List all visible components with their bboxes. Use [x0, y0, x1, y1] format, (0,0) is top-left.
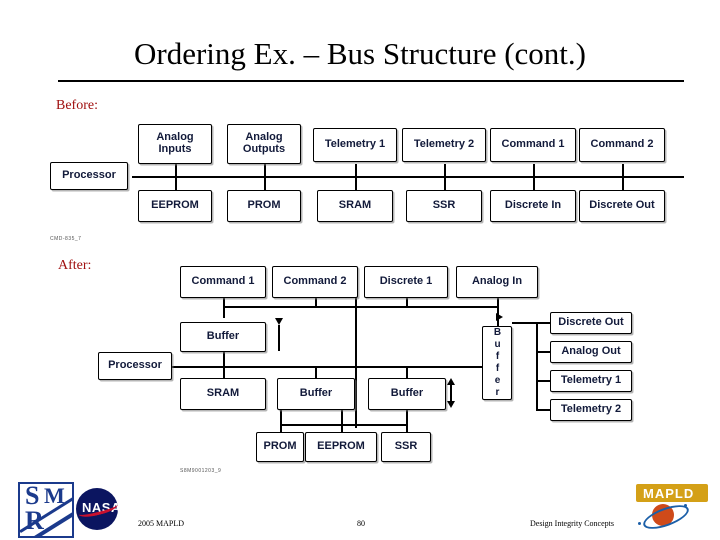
after-vertical-bus: [355, 298, 357, 428]
after-stub-bottom-3: [406, 410, 408, 432]
before-box-top-3: Telemetry 1: [313, 128, 397, 162]
after-caption: S8M9001203_9: [180, 468, 222, 474]
after-box-mid-1: SRAM: [180, 378, 266, 410]
after-box-bottom-3: SSR: [381, 432, 431, 462]
mapld-logo-dot-1: [638, 522, 641, 525]
before-box-top-6: Command 2: [579, 128, 665, 162]
before-stub-bottom-3: [355, 176, 357, 190]
after-stub-bottom-1: [280, 410, 282, 432]
after-box-top-2: Command 2: [272, 266, 358, 298]
arrow-down-buffer: [275, 318, 283, 325]
after-stub-bottom-2: [341, 410, 343, 432]
before-box-bottom-6: Discrete Out: [579, 190, 665, 222]
after-label: After:: [58, 258, 92, 273]
footer-left: 2005 MAPLD: [138, 519, 185, 528]
after-box-top-4: Analog In: [456, 266, 538, 298]
before-stub-bottom-1: [175, 176, 177, 190]
slide-root: Ordering Ex. – Bus Structure (cont.) Bef…: [0, 0, 720, 540]
after-bottom-rail: [280, 424, 408, 426]
after-box-right-4: Telemetry 2: [550, 399, 632, 421]
before-box-bottom-1: EEPROM: [138, 190, 212, 222]
mapld-logo-word: MAPLD: [643, 486, 695, 501]
before-bus-line: [132, 176, 684, 178]
after-box-processor: Processor: [98, 352, 172, 380]
after-vertical-buffer-label: Buffer: [492, 327, 503, 399]
mapld-logo-bar: MAPLD: [636, 484, 708, 502]
before-box-top-4: Telemetry 2: [402, 128, 486, 162]
after-right-rail: [536, 322, 538, 410]
page-title: Ordering Ex. – Bus Structure (cont.): [134, 36, 586, 71]
after-box-mid-2: Buffer: [277, 378, 355, 410]
footer-right: Design Integrity Concepts: [530, 519, 614, 528]
before-stub-bottom-6: [622, 176, 624, 190]
arrow-up-buffer3: [447, 378, 455, 385]
before-stub-bottom-2: [264, 176, 266, 190]
before-box-bottom-2: PROM: [227, 190, 301, 222]
after-box-top-1: Command 1: [180, 266, 266, 298]
after-box-top-3: Discrete 1: [364, 266, 448, 298]
before-box-bottom-3: SRAM: [317, 190, 393, 222]
before-box-bottom-5: Discrete In: [490, 190, 576, 222]
after-stub-mid-2: [315, 366, 317, 378]
mapld-logo-dot-2: [684, 504, 687, 507]
smc-logo: S M R: [18, 482, 74, 538]
before-stub-bottom-5: [533, 176, 535, 190]
before-box-top-2: Analog Outputs: [227, 124, 301, 164]
after-right-stub-1: [512, 322, 554, 324]
before-stub-bottom-4: [444, 176, 446, 190]
after-stub-mid-3: [406, 366, 408, 378]
after-box-buffer-top: Buffer: [180, 322, 266, 352]
nasa-logo: NASA: [74, 486, 134, 532]
before-caption: CMD-835_7: [50, 236, 82, 242]
footer-page-number: 80: [357, 519, 365, 528]
after-box-right-2: Analog Out: [550, 341, 632, 363]
after-box-vertical-buffer: Buffer: [482, 326, 512, 400]
after-box-right-3: Telemetry 1: [550, 370, 632, 392]
after-box-bottom-2: EEPROM: [305, 432, 377, 462]
before-box-top-5: Command 1: [490, 128, 576, 162]
after-top-rail: [223, 306, 499, 308]
arrow-down-buffer3: [447, 401, 455, 408]
before-box-processor: Processor: [50, 162, 128, 190]
after-box-right-1: Discrete Out: [550, 312, 632, 334]
arrow-shaft-buffer3: [450, 385, 452, 401]
after-box-mid-3: Buffer: [368, 378, 446, 410]
after-horizontal-bus: [172, 366, 502, 368]
arrow-shaft-buffer: [278, 325, 280, 351]
arrow-right-vbuffer: [496, 313, 503, 321]
before-label: Before:: [56, 98, 98, 113]
title-divider: [58, 80, 684, 82]
before-box-top-1: Analog Inputs: [138, 124, 212, 164]
after-box-bottom-1: PROM: [256, 432, 304, 462]
mapld-logo: MAPLD: [636, 478, 708, 534]
after-stub-mid-1: [223, 366, 225, 378]
before-box-bottom-4: SSR: [406, 190, 482, 222]
after-stub-top-1: [223, 298, 225, 318]
